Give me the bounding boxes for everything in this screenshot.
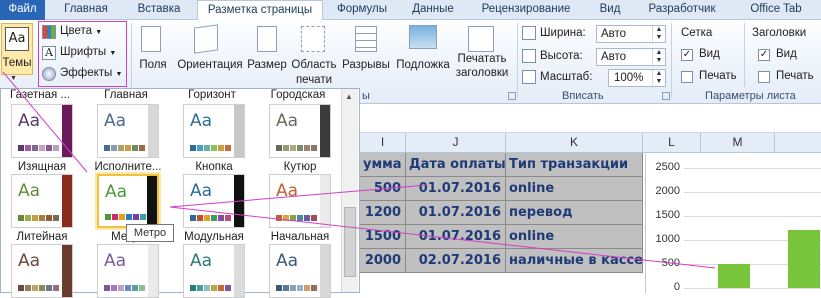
annotation-line <box>169 184 428 208</box>
annotation-lines <box>2 71 716 269</box>
annotation-line <box>169 206 716 269</box>
annotation-line <box>2 71 88 173</box>
